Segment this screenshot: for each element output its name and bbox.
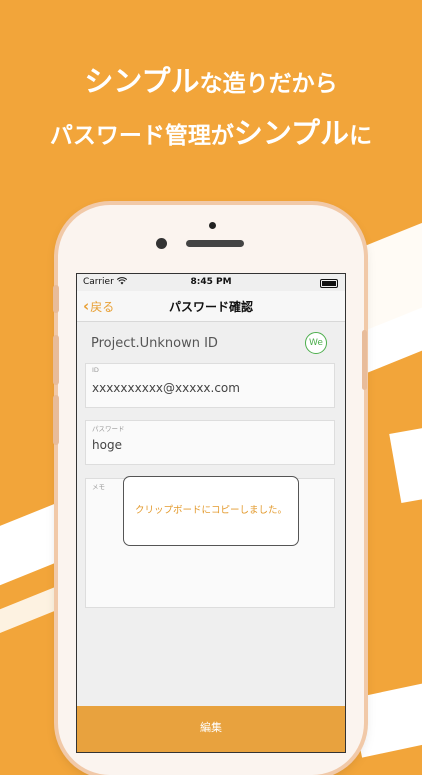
app-screen: Carrier 8:45 PM ‹戻る パスワード確認 Project.Unkn… [76, 273, 346, 753]
volume-down-button [53, 395, 59, 445]
id-label: ID [92, 366, 99, 374]
decor-shape [389, 427, 422, 503]
volume-up-button [53, 335, 59, 385]
headline-strong: シンプル [233, 116, 350, 150]
password-value: hoge [92, 438, 122, 452]
edit-button[interactable]: 編集 [77, 706, 345, 752]
id-field[interactable]: ID xxxxxxxxxx@xxxxx.com [85, 363, 335, 408]
proximity-sensor [209, 222, 216, 229]
password-field[interactable]: パスワード hoge [85, 420, 335, 465]
mute-switch [53, 285, 59, 313]
id-value: xxxxxxxxxx@xxxxx.com [92, 381, 240, 395]
headline-strong: シンプル [84, 64, 200, 98]
memo-label: メモ [92, 483, 105, 491]
status-bar: Carrier 8:45 PM [77, 274, 345, 291]
front-camera [156, 238, 167, 249]
headline-line-1: シンプルな造りだから [0, 58, 422, 100]
battery-icon [320, 279, 338, 288]
earpiece-speaker [186, 240, 244, 247]
power-button [362, 330, 367, 390]
service-badge-icon[interactable]: We [305, 332, 327, 354]
headline-text: な造りだから [199, 71, 338, 97]
clock: 8:45 PM [190, 277, 232, 287]
headline-text: パスワード管理が [49, 123, 234, 149]
headline-line-2: パスワード管理がシンプルに [0, 110, 422, 152]
page-title: パスワード確認 [168, 300, 253, 314]
headline-text: に [349, 123, 373, 149]
navigation-bar: ‹戻る パスワード確認 [77, 291, 345, 322]
project-name: Project.Unknown ID [91, 336, 218, 351]
password-label: パスワード [92, 425, 125, 433]
copied-toast: クリップボードにコピーしました。 [123, 476, 299, 546]
